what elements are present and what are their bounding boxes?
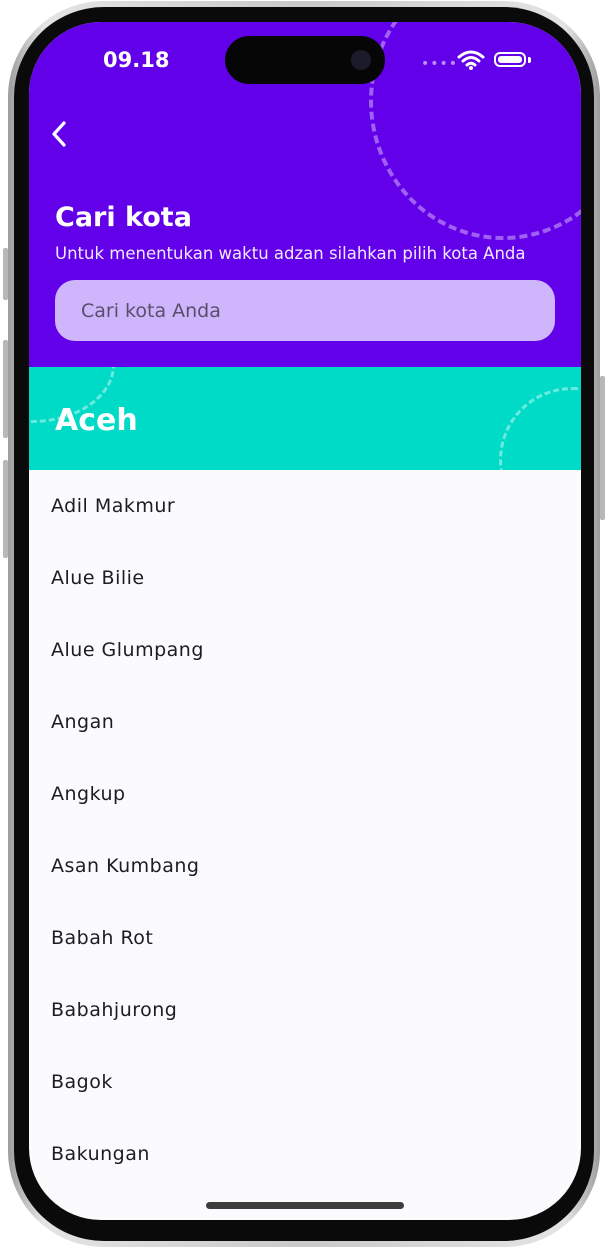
city-list: Adil Makmur Alue Bilie Alue Glumpang Ang… [29,470,581,1190]
search-input[interactable] [55,280,555,341]
volume-up-button [3,340,8,438]
province-name: Aceh [55,403,138,438]
list-item[interactable]: Alue Glumpang [29,614,581,686]
list-item[interactable]: Babah Rot [29,902,581,974]
wifi-icon [457,50,485,70]
volume-down-button [3,460,8,558]
page-title: Cari kota [55,202,192,233]
decorative-circle [499,387,581,470]
list-item[interactable]: Angkup [29,758,581,830]
battery-icon [494,52,526,67]
province-header: Aceh [29,367,581,470]
camera-icon [351,50,371,70]
home-indicator[interactable] [206,1202,404,1209]
list-item[interactable]: Babahjurong [29,974,581,1046]
battery-tip [528,57,531,63]
signal-icon: •••• [421,56,459,72]
status-time: 09.18 [103,48,170,72]
list-item[interactable]: Adil Makmur [29,470,581,542]
header: 09.18 •••• Cari kota Untuk menentukan wa… [29,22,581,367]
list-item[interactable]: Alue Bilie [29,542,581,614]
mute-switch [3,248,8,300]
app-screen: 09.18 •••• Cari kota Untuk menentukan wa… [29,22,581,1220]
list-item[interactable]: Asan Kumbang [29,830,581,902]
list-item[interactable]: Bakungan [29,1118,581,1190]
dynamic-island [225,36,385,84]
page-subtitle: Untuk menentukan waktu adzan silahkan pi… [55,244,526,263]
chevron-left-icon[interactable] [43,118,75,150]
list-item[interactable]: Bagok [29,1046,581,1118]
list-item[interactable]: Angan [29,686,581,758]
power-button [600,376,605,520]
